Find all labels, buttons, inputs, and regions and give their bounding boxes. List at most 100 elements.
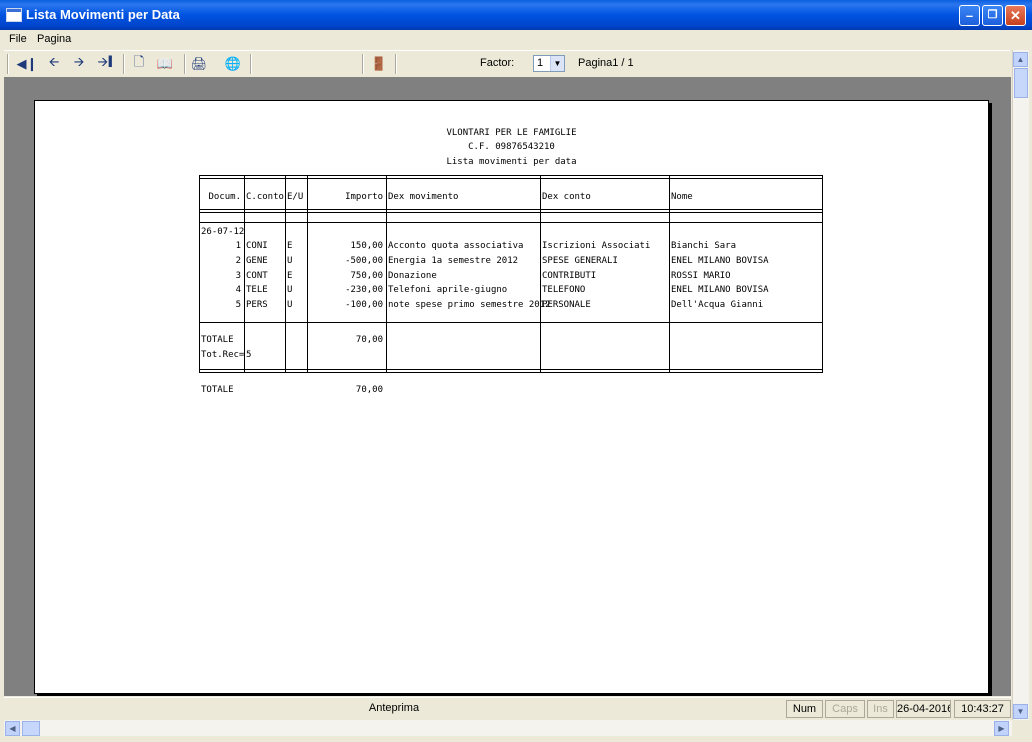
row-desc-movimento: Telefoni aprile-giugno <box>388 285 508 295</box>
table-rule <box>540 175 541 373</box>
two-pages-icon[interactable]: 📖 <box>154 54 176 74</box>
report: VLONTARI PER LE FAMIGLIE C.F. 0987654321… <box>35 101 988 693</box>
row-importo: -500,00 <box>345 256 383 266</box>
vertical-scrollbar[interactable]: ▲ ▼ <box>1012 50 1029 720</box>
table-rule <box>386 175 387 373</box>
row-nome: ENEL MILANO BOVISA <box>671 256 769 266</box>
row-conto: CONI <box>246 241 268 251</box>
subtotal-label: TOTALE <box>201 335 234 345</box>
single-page-icon[interactable]: 🗋 <box>128 54 150 74</box>
table-rule <box>244 175 245 373</box>
toolbar-separator <box>395 54 397 74</box>
row-eu: E <box>287 271 293 281</box>
toolbar: ◀❙ 🡨 🡪 🡪❙ 🗋 📖 🖨 🌐 🚪 Factor: 1 ▼ Pagina1 … <box>4 50 1010 78</box>
row-conto: TELE <box>246 285 268 295</box>
factor-label: Factor: <box>480 57 515 69</box>
factor-value: 1 <box>537 57 544 69</box>
title-bar[interactable]: Lista Movimenti per Data – ❐ ✕ <box>0 0 1032 30</box>
row-conto: GENE <box>246 256 268 266</box>
row-nome: ROSSI MARIO <box>671 271 731 281</box>
factor-select[interactable]: 1 ▼ <box>533 55 565 72</box>
row-desc-conto: CONTRIBUTI <box>542 271 597 281</box>
table-rule <box>669 175 670 373</box>
export-icon[interactable]: 🌐 <box>222 54 244 74</box>
first-page-icon[interactable]: ◀❙ <box>16 54 38 74</box>
last-page-icon[interactable]: 🡪❙ <box>94 54 116 74</box>
header-desc-movimento: Dex movimento <box>388 192 459 202</box>
totrec-label: Tot.Rec= <box>201 350 245 360</box>
row-nome: Dell'Acqua Gianni <box>671 300 764 310</box>
toolbar-separator <box>123 54 125 74</box>
menu-pagina[interactable]: Pagina <box>37 33 71 45</box>
row-importo: -100,00 <box>345 300 383 310</box>
row-docum: 5 <box>235 300 241 310</box>
chevron-down-icon[interactable]: ▼ <box>550 56 564 71</box>
row-docum: 2 <box>235 256 241 266</box>
status-date: 26-04-2016 <box>896 700 951 718</box>
table-rule <box>822 175 823 373</box>
scroll-thumb[interactable] <box>1014 68 1028 98</box>
grand-total-label: TOTALE <box>201 385 234 395</box>
report-tax-code: C.F. 09876543210 <box>468 142 555 152</box>
scroll-down-button[interactable]: ▼ <box>1013 704 1028 719</box>
header-importo: Importo <box>345 192 383 202</box>
table-rule <box>285 175 286 373</box>
report-org-name: VLONTARI PER LE FAMIGLIE <box>446 128 577 138</box>
toolbar-separator <box>250 54 252 74</box>
app-icon[interactable] <box>6 8 22 22</box>
scroll-up-button[interactable]: ▲ <box>1013 52 1028 67</box>
row-desc-conto: TELEFONO <box>542 285 586 295</box>
status-num: Num <box>786 700 823 718</box>
status-caps: Caps <box>825 700 865 718</box>
restore-button[interactable]: ❐ <box>982 5 1003 26</box>
exit-door-icon[interactable]: 🚪 <box>368 54 390 74</box>
report-page: VLONTARI PER LE FAMIGLIE C.F. 0987654321… <box>34 100 989 694</box>
table-rule <box>199 369 823 373</box>
toolbar-separator <box>184 54 186 74</box>
prev-page-icon[interactable]: 🡨 <box>43 54 65 74</box>
row-desc-movimento: Donazione <box>388 271 437 281</box>
preview-viewport[interactable]: VLONTARI PER LE FAMIGLIE C.F. 0987654321… <box>4 77 1011 696</box>
totrec-value: 5 <box>246 350 252 360</box>
status-bar: Anteprima Num Caps Ins 26-04-2016 10:43:… <box>4 697 1011 720</box>
next-page-icon[interactable]: 🡪 <box>68 54 90 74</box>
report-subtitle: Lista movimenti per data <box>446 157 577 167</box>
header-nome: Nome <box>671 192 693 202</box>
row-nome: ENEL MILANO BOVISA <box>671 285 769 295</box>
menu-file[interactable]: File <box>9 33 27 45</box>
close-button[interactable]: ✕ <box>1005 5 1026 26</box>
row-importo: -230,00 <box>345 285 383 295</box>
group-date: 26-07-12 <box>201 227 245 237</box>
scroll-left-button[interactable]: ◀ <box>5 721 20 736</box>
row-desc-conto: SPESE GENERALI <box>542 256 618 266</box>
table-rule <box>199 322 823 323</box>
row-eu: U <box>287 300 293 310</box>
row-importo: 750,00 <box>350 271 383 281</box>
row-conto: CONT <box>246 271 268 281</box>
window-title: Lista Movimenti per Data <box>26 7 180 22</box>
table-rule <box>307 175 308 373</box>
page-indicator: Pagina1 / 1 <box>578 57 634 69</box>
status-time: 10:43:27 <box>954 700 1011 718</box>
row-desc-conto: PERSONALE <box>542 300 591 310</box>
scroll-thumb[interactable] <box>22 721 40 736</box>
row-importo: 150,00 <box>350 241 383 251</box>
row-nome: Bianchi Sara <box>671 241 737 251</box>
table-rule <box>199 209 823 213</box>
toolbar-separator <box>362 54 364 74</box>
row-desc-movimento: Acconto quota associativa <box>388 241 524 251</box>
row-docum: 4 <box>235 285 241 295</box>
row-eu: E <box>287 241 293 251</box>
row-eu: U <box>287 285 293 295</box>
minimize-button[interactable]: – <box>959 5 980 26</box>
scroll-right-button[interactable]: ▶ <box>994 721 1009 736</box>
row-desc-movimento: Energia 1a semestre 2012 <box>388 256 519 266</box>
table-rule <box>199 175 200 373</box>
application-window: Lista Movimenti per Data – ❐ ✕ File Pagi… <box>0 0 1032 742</box>
status-mode: Anteprima <box>4 700 784 718</box>
row-conto: PERS <box>246 300 268 310</box>
header-eu: E/U <box>287 192 304 202</box>
horizontal-scrollbar[interactable]: ◀ ▶ <box>4 720 1012 736</box>
print-icon[interactable]: 🖨 <box>188 54 210 74</box>
header-desc-conto: Dex conto <box>542 192 591 202</box>
